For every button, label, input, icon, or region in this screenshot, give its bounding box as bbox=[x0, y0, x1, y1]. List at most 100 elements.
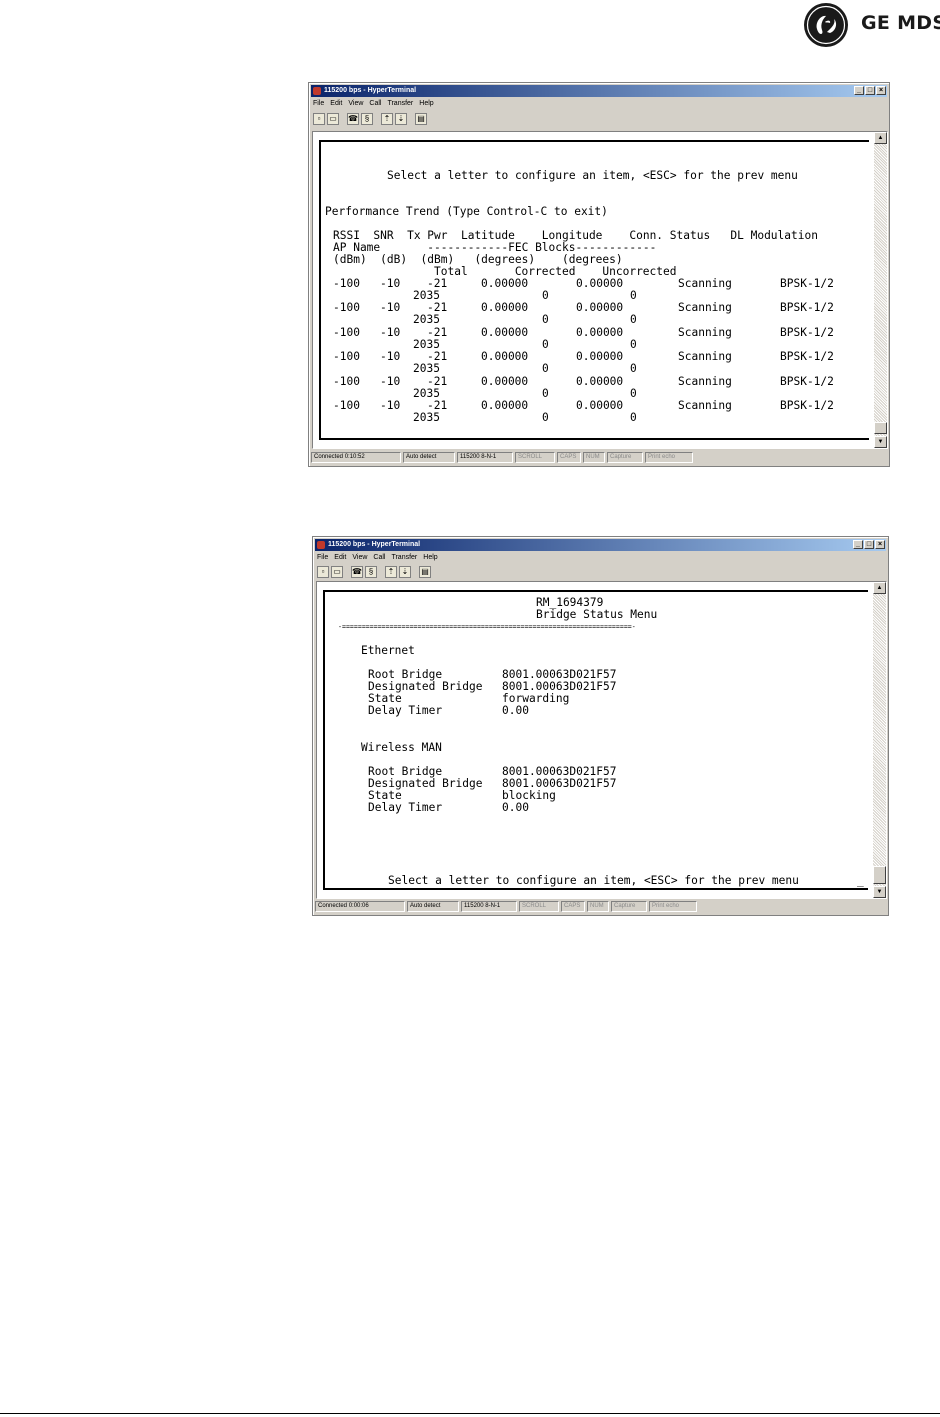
menu-title: Bridge Status Menu bbox=[536, 608, 658, 621]
row-fec-corr: 0 bbox=[542, 362, 549, 376]
row-rssi: -100 bbox=[333, 301, 360, 315]
eth-delay-timer-value: 0.00 bbox=[502, 704, 529, 717]
row-rssi: -100 bbox=[333, 325, 360, 339]
menu-file[interactable]: File bbox=[317, 553, 328, 563]
menu-call[interactable]: Call bbox=[369, 99, 381, 109]
ge-monogram-icon bbox=[804, 3, 848, 47]
status-baud: 115200 8-N-1 bbox=[457, 452, 513, 463]
row-fec-corr: 0 bbox=[542, 337, 549, 351]
scroll-down-arrow[interactable]: ▼ bbox=[874, 436, 887, 448]
eth-delay-timer-label: Delay Timer bbox=[368, 704, 443, 717]
menu-help[interactable]: Help bbox=[423, 553, 437, 563]
row-snr: -10 bbox=[380, 374, 401, 388]
scroll-up-arrow[interactable]: ▲ bbox=[873, 582, 886, 594]
menu-file[interactable]: File bbox=[313, 99, 324, 109]
title-bar[interactable]: 115200 bps - HyperTerminal _ □ × bbox=[311, 85, 887, 97]
prompt-text: Select a letter to configure an item, <E… bbox=[388, 874, 799, 887]
row-txpwr: -21 bbox=[427, 325, 448, 339]
status-bar: Connected 0:10:52 Auto detect 115200 8-N… bbox=[311, 452, 887, 464]
status-autodetect: Auto detect bbox=[407, 901, 459, 912]
status-capture: Capture bbox=[611, 901, 647, 912]
minimize-button[interactable]: _ bbox=[853, 540, 863, 549]
row-fec-total: 2035 bbox=[413, 313, 440, 327]
row-lon: 0.00000 bbox=[576, 350, 624, 364]
row-lat: 0.00000 bbox=[481, 374, 529, 388]
toolbar: ▫ ▭ ☎ § ⇡ ⇣ ▤ bbox=[313, 112, 427, 126]
status-caps: CAPS bbox=[561, 901, 585, 912]
open-icon[interactable]: ▭ bbox=[327, 113, 339, 125]
row-fec-total: 2035 bbox=[413, 289, 440, 302]
phone-icon[interactable]: ☎ bbox=[347, 113, 359, 125]
maximize-button[interactable]: □ bbox=[864, 540, 874, 549]
disconnect-icon[interactable]: § bbox=[365, 566, 377, 578]
status-bar: Connected 0:00:06 Auto detect 115200 8-N… bbox=[315, 901, 886, 913]
status-caps: CAPS bbox=[557, 452, 581, 463]
scroll-thumb[interactable] bbox=[874, 422, 887, 434]
title-bar[interactable]: 115200 bps - HyperTerminal _ □ × bbox=[315, 539, 886, 551]
close-button[interactable]: × bbox=[875, 540, 885, 549]
send-icon[interactable]: ⇡ bbox=[385, 566, 397, 578]
receive-icon[interactable]: ⇣ bbox=[399, 566, 411, 578]
menu-view[interactable]: View bbox=[348, 99, 363, 109]
disconnect-icon[interactable]: § bbox=[361, 113, 373, 125]
fec-subheader: Total Corrected Uncorrected bbox=[434, 265, 677, 278]
scroll-thumb[interactable] bbox=[873, 866, 886, 884]
maximize-button[interactable]: □ bbox=[865, 86, 875, 95]
row-snr: -10 bbox=[380, 325, 401, 339]
status-autodetect: Auto detect bbox=[403, 452, 455, 463]
ge-mds-logo: GE MDS bbox=[803, 2, 940, 48]
row-fec-corr: 0 bbox=[542, 386, 549, 400]
hyperterminal-window-performance: 115200 bps - HyperTerminal _ □ × File Ed… bbox=[308, 82, 890, 467]
menu-edit[interactable]: Edit bbox=[330, 99, 342, 109]
wman-delay-timer-label: Delay Timer bbox=[368, 801, 443, 814]
status-baud: 115200 8-N-1 bbox=[461, 901, 517, 912]
menu-help[interactable]: Help bbox=[419, 99, 433, 109]
row-status: Scanning bbox=[678, 301, 732, 315]
open-icon[interactable]: ▭ bbox=[331, 566, 343, 578]
menu-bar: File Edit View Call Transfer Help bbox=[313, 99, 434, 109]
phone-icon[interactable]: ☎ bbox=[351, 566, 363, 578]
close-button[interactable]: × bbox=[876, 86, 886, 95]
row-lon: 0.00000 bbox=[576, 301, 624, 315]
perf-trend-heading: Performance Trend (Type Control-C to exi… bbox=[325, 205, 608, 218]
menu-view[interactable]: View bbox=[352, 553, 367, 563]
row-lat: 0.00000 bbox=[481, 399, 529, 412]
hyperterminal-app-icon[interactable] bbox=[313, 87, 321, 95]
terminal-area[interactable]: Select a letter to configure an item, <E… bbox=[312, 131, 888, 449]
scroll-down-arrow[interactable]: ▼ bbox=[873, 886, 886, 898]
row-snr: -10 bbox=[380, 277, 401, 290]
scroll-up-arrow[interactable]: ▲ bbox=[874, 132, 887, 144]
properties-icon[interactable]: ▤ bbox=[419, 566, 431, 578]
menu-transfer[interactable]: Transfer bbox=[387, 99, 413, 109]
row-status: Scanning bbox=[678, 325, 732, 339]
row-fec-corr: 0 bbox=[542, 289, 549, 302]
row-fec-uncorr: 0 bbox=[630, 386, 637, 400]
menu-edit[interactable]: Edit bbox=[334, 553, 346, 563]
minimize-button[interactable]: _ bbox=[854, 86, 864, 95]
menu-call[interactable]: Call bbox=[373, 553, 385, 563]
row-fec-total: 2035 bbox=[413, 337, 440, 351]
ethernet-heading: Ethernet bbox=[361, 644, 415, 657]
row-mod: BPSK-1/2 bbox=[780, 325, 834, 339]
page-footer-rule bbox=[0, 1413, 940, 1414]
row-lat: 0.00000 bbox=[481, 277, 529, 290]
prompt-text: Select a letter to configure an item, <E… bbox=[387, 169, 798, 182]
row-rssi: -100 bbox=[333, 374, 360, 388]
status-scroll: SCROLL bbox=[515, 452, 555, 463]
row-lon: 0.00000 bbox=[576, 277, 624, 290]
menu-transfer[interactable]: Transfer bbox=[391, 553, 417, 563]
wman-delay-timer-value: 0.00 bbox=[502, 801, 529, 814]
row-lat: 0.00000 bbox=[481, 325, 529, 339]
status-connected: Connected 0:00:06 bbox=[315, 901, 405, 912]
receive-icon[interactable]: ⇣ bbox=[395, 113, 407, 125]
send-icon[interactable]: ⇡ bbox=[381, 113, 393, 125]
vertical-scrollbar[interactable]: ▲ ▼ bbox=[873, 582, 886, 898]
hyperterminal-app-icon[interactable] bbox=[317, 541, 325, 549]
row-status: Scanning bbox=[678, 277, 732, 290]
new-icon[interactable]: ▫ bbox=[317, 566, 329, 578]
new-icon[interactable]: ▫ bbox=[313, 113, 325, 125]
vertical-scrollbar[interactable]: ▲ ▼ bbox=[874, 132, 887, 448]
row-rssi: -100 bbox=[333, 399, 360, 412]
properties-icon[interactable]: ▤ bbox=[415, 113, 427, 125]
terminal-area[interactable]: RM_1694379 Bridge Status Menu -=========… bbox=[316, 581, 887, 899]
